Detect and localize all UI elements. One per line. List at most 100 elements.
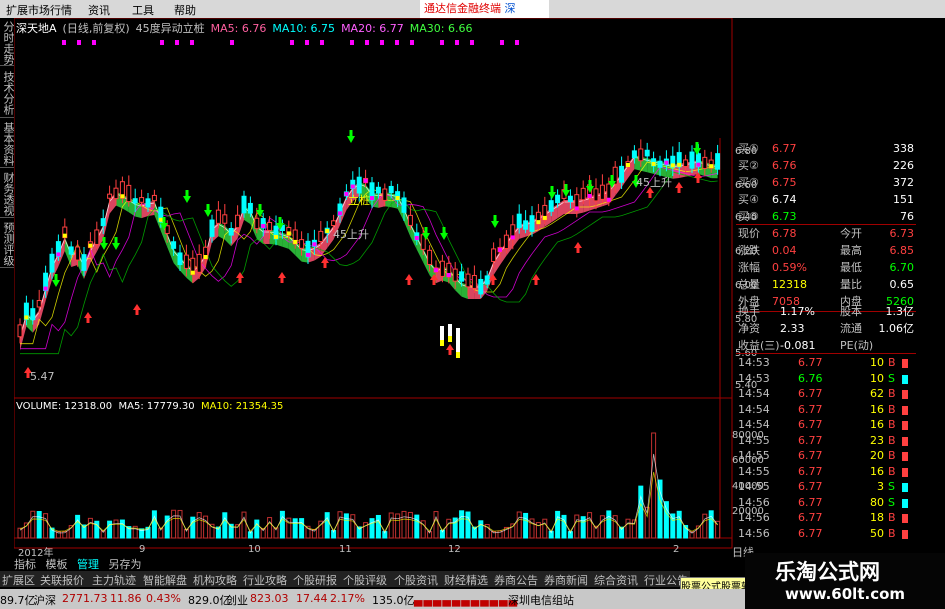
tick-row: 14:55 6.77 3 S [736, 480, 912, 494]
tick-time: 14:56 [738, 526, 770, 540]
volume-bar [606, 510, 612, 539]
menu-help[interactable]: 帮助 [174, 2, 196, 18]
tick-row: 14:56 6.77 80 S [736, 496, 912, 510]
toolbar-button-10[interactable]: 券商公告 [494, 572, 538, 588]
candle-marker [574, 206, 579, 211]
tab-intraday[interactable]: 分时走势 [0, 21, 15, 66]
toolbar-button-12[interactable]: 综合资讯 [594, 572, 638, 588]
candle-body [68, 246, 74, 255]
menu-extended-market[interactable]: 扩展市场行情 [6, 2, 72, 18]
tick-direction: B [888, 402, 896, 416]
tick-row: 14:54 6.77 16 B [736, 403, 912, 417]
candle-body [145, 198, 151, 208]
tick-row: 14:56 6.77 18 B [736, 511, 912, 525]
tick-row: 14:56 6.77 50 B [736, 527, 912, 541]
quote-panel: 买① 6.77 338 买② 6.76 226 买③ 6.75 372 买④ 6.74 151 买⑤ 6.… [736, 140, 916, 550]
tick-price: 6.77 [798, 387, 823, 400]
volume-bar [292, 518, 298, 539]
up-arrow-icon [278, 272, 286, 278]
status-server[interactable]: 深圳电信组站 [508, 592, 574, 608]
down-arrow-icon [52, 280, 60, 287]
toolbar-button-11[interactable]: 券商新闻 [544, 572, 588, 588]
down-arrow-icon [550, 186, 554, 192]
toolbar-button-2[interactable]: 主力轨迹 [92, 572, 136, 588]
tick-time: 14:55 [738, 449, 770, 462]
tick-row: 14:55 6.77 23 B [736, 434, 912, 448]
tab-basic-info[interactable]: 基本资料 [0, 121, 15, 168]
orderbook-price: 6.75 [772, 176, 797, 189]
quote-label: 现价 [738, 227, 760, 240]
candle-marker [350, 184, 355, 189]
status-turnover: 829.0亿 [188, 594, 231, 607]
tab-indicator[interactable]: 指标 [14, 558, 36, 571]
candle-marker [370, 196, 374, 201]
tick-volume: 3 [877, 480, 884, 493]
toolbar-button-5[interactable]: 行业攻略 [243, 572, 287, 588]
up-arrow-icon [238, 278, 242, 283]
tick-time: 14:55 [738, 480, 770, 493]
tab-forecast[interactable]: 预测评级 [0, 221, 15, 268]
candle-body [247, 202, 253, 214]
down-arrow-icon [185, 190, 189, 196]
down-arrow-icon [440, 233, 448, 240]
fundamental-row: 收益(三) -0.081 PE(动) [736, 339, 916, 353]
toolbar-button-7[interactable]: 个股评级 [343, 572, 387, 588]
quote-row: 总量 12318 量比 0.65 [736, 278, 916, 292]
toolbar-button-4[interactable]: 机构攻略 [193, 572, 237, 588]
toolbar-button-3[interactable]: 智能解盘 [143, 572, 187, 588]
up-arrow-icon [446, 344, 454, 350]
signal-marker [500, 40, 504, 45]
candle-body [593, 188, 599, 202]
tick-time: 14:54 [738, 402, 770, 416]
toolbar-button-8[interactable]: 个股资讯 [394, 572, 438, 588]
fund-label: PE(动) [840, 339, 874, 352]
volume-bar [324, 512, 330, 539]
candle-body [81, 254, 87, 271]
candle-marker [338, 211, 342, 216]
candle-body [484, 275, 490, 285]
volume-bar [203, 515, 209, 539]
down-arrow-icon [347, 136, 355, 143]
toolbar-button-1[interactable]: 关联报价 [40, 572, 84, 588]
signal-marker [320, 40, 324, 45]
status-amount: 89.7亿 [0, 594, 36, 607]
tick-price: 6.77 [798, 418, 823, 431]
tab-finance[interactable]: 财务透视 [0, 171, 15, 218]
volume-bar [414, 514, 420, 539]
fund-value: 1.17% [780, 305, 815, 318]
tick-row: 14:54 6.77 62 B [736, 387, 912, 401]
candle-marker [62, 233, 67, 238]
quote-label: 量比 [840, 278, 862, 291]
tick-time: 14:54 [738, 418, 770, 431]
candle-body [683, 159, 689, 168]
tab-manage[interactable]: 管理 [77, 558, 99, 571]
kline-chart[interactable] [14, 18, 734, 558]
toolbar-button-6[interactable]: 个股研报 [293, 572, 337, 588]
tick-price: 6.77 [798, 480, 823, 493]
candle-marker [542, 215, 547, 220]
candle-body [516, 213, 522, 229]
menu-tools[interactable]: 工具 [132, 2, 154, 18]
down-arrow-icon [588, 180, 592, 186]
signal-marker [160, 40, 164, 45]
toolbar-button-0[interactable]: 扩展区 [2, 572, 35, 588]
signal-marker [92, 40, 96, 45]
toolbar-button-9[interactable]: 财经精选 [444, 572, 488, 588]
down-arrow-icon [349, 130, 353, 136]
candle-body [631, 150, 637, 159]
tab-template[interactable]: 模板 [46, 558, 68, 571]
menu-news[interactable]: 资讯 [88, 2, 110, 18]
signal-marker [515, 40, 519, 45]
up-arrow-icon [675, 182, 683, 188]
candle-body [209, 219, 215, 237]
quote-value: 12318 [772, 278, 807, 291]
volume-bar [350, 514, 356, 539]
volume-bar [401, 510, 407, 539]
tab-save-as[interactable]: 另存为 [109, 558, 142, 571]
tab-technical[interactable]: 技术分析 [0, 69, 15, 118]
status-gem-value: 823.03 [250, 592, 289, 605]
orderbook-label: 买⑤ [738, 210, 759, 223]
down-arrow-icon [695, 142, 699, 148]
bottom-tabs: 指标 模板 管理 另存为 [14, 556, 314, 571]
candle-body [132, 198, 138, 204]
